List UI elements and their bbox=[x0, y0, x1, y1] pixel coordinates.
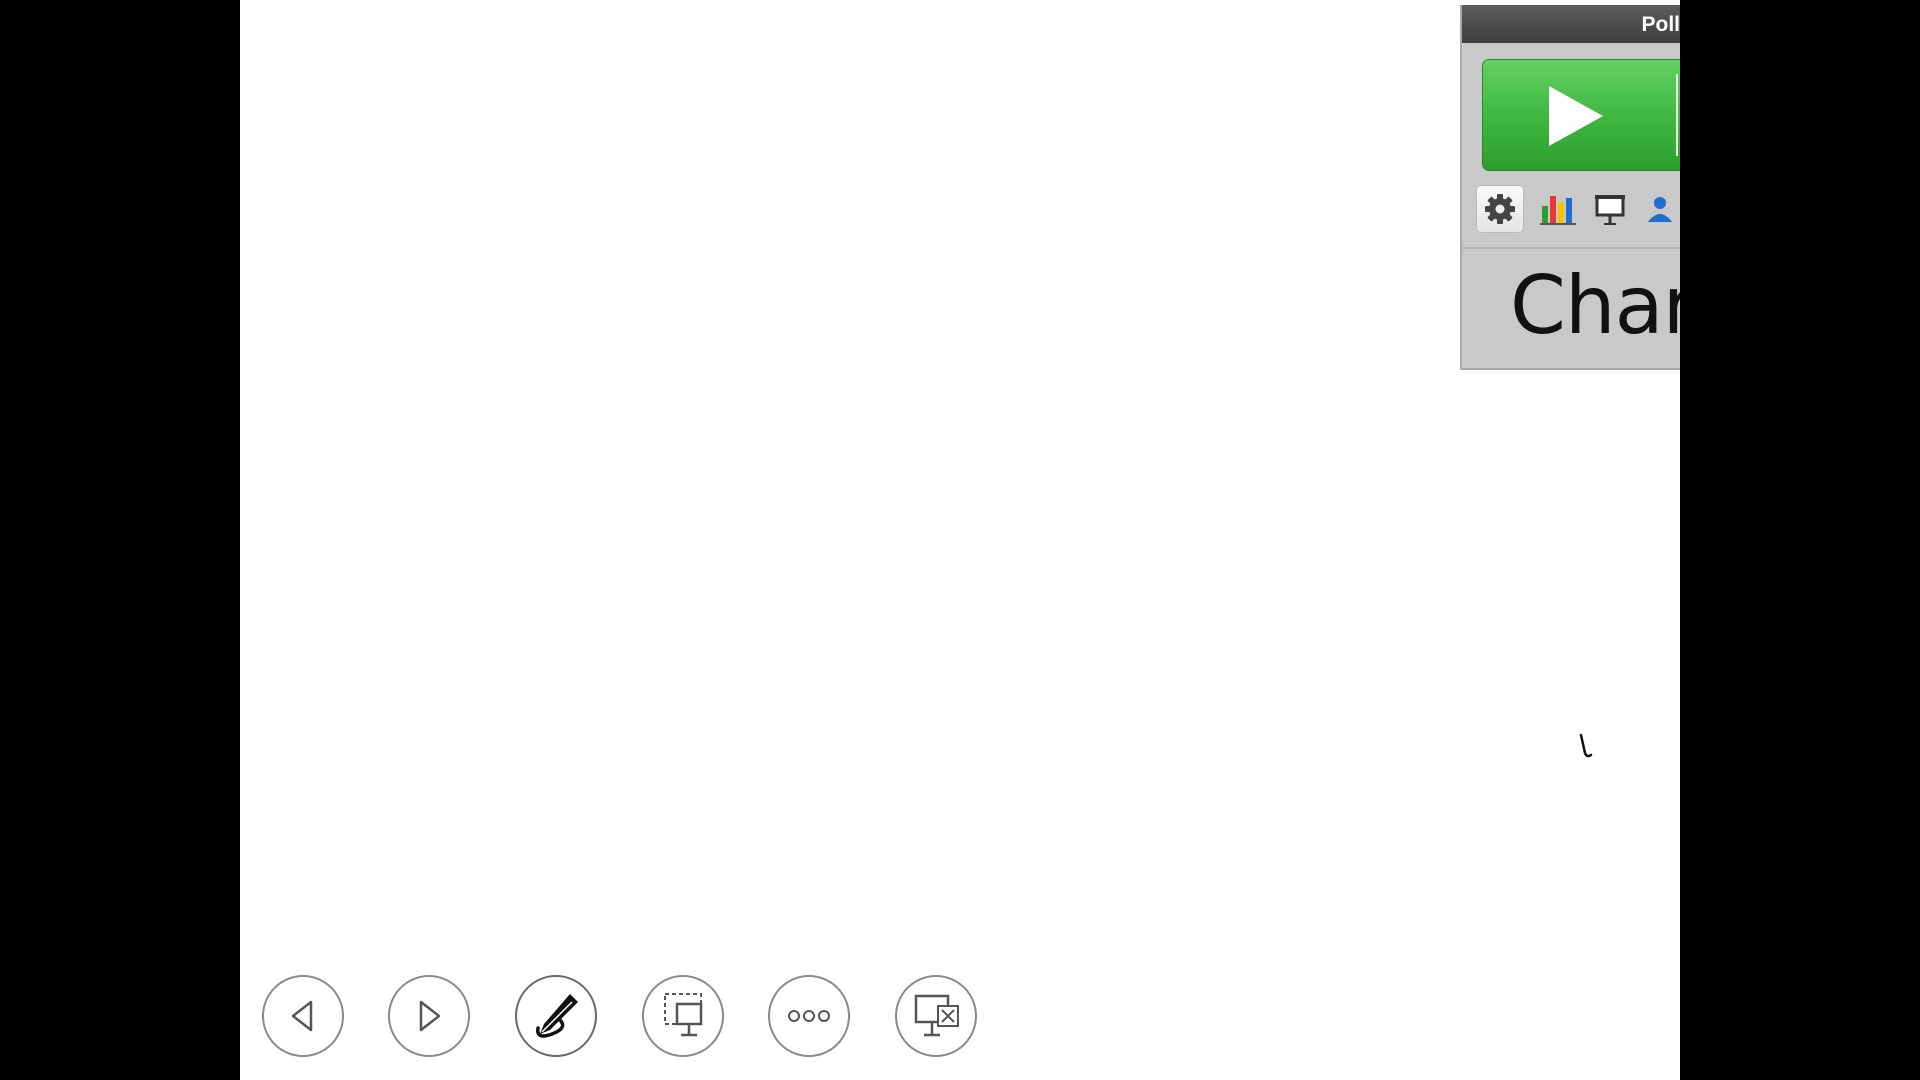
gear-icon bbox=[1485, 194, 1515, 224]
triangle-right-icon bbox=[419, 1000, 441, 1032]
screen-button[interactable] bbox=[1586, 185, 1634, 233]
end-show-button[interactable] bbox=[895, 975, 977, 1057]
pen-icon bbox=[536, 994, 578, 1038]
poll-divider bbox=[1462, 247, 1680, 249]
pen-tool-button[interactable] bbox=[515, 975, 597, 1057]
poll-toolbar bbox=[1476, 185, 1680, 235]
presentation-screen-icon bbox=[1595, 195, 1625, 225]
bar-chart-icon bbox=[1540, 196, 1576, 225]
zoom-screen-icon bbox=[664, 993, 703, 1037]
play-icon bbox=[1549, 86, 1603, 146]
start-poll-button[interactable] bbox=[1482, 59, 1680, 171]
more-options-button[interactable] bbox=[768, 975, 850, 1057]
triangle-left-icon bbox=[291, 1000, 313, 1032]
user-icon bbox=[1648, 197, 1672, 222]
settings-button[interactable] bbox=[1476, 185, 1524, 233]
poll-title: Poll bbox=[1641, 13, 1680, 36]
previous-slide-button[interactable] bbox=[262, 975, 344, 1057]
poll-widget: Poll Char bbox=[1460, 5, 1680, 370]
end-slideshow-icon bbox=[914, 994, 959, 1037]
button-divider bbox=[1676, 74, 1678, 156]
poll-titlebar[interactable]: Poll bbox=[1462, 5, 1680, 43]
next-slide-button[interactable] bbox=[388, 975, 470, 1057]
zoom-slide-button[interactable] bbox=[642, 975, 724, 1057]
participants-button[interactable] bbox=[1636, 185, 1680, 233]
results-chart-button[interactable] bbox=[1534, 185, 1584, 233]
ink-stroke bbox=[1579, 733, 1593, 758]
ellipsis-icon bbox=[788, 1010, 830, 1022]
poll-heading: Char bbox=[1510, 259, 1680, 352]
